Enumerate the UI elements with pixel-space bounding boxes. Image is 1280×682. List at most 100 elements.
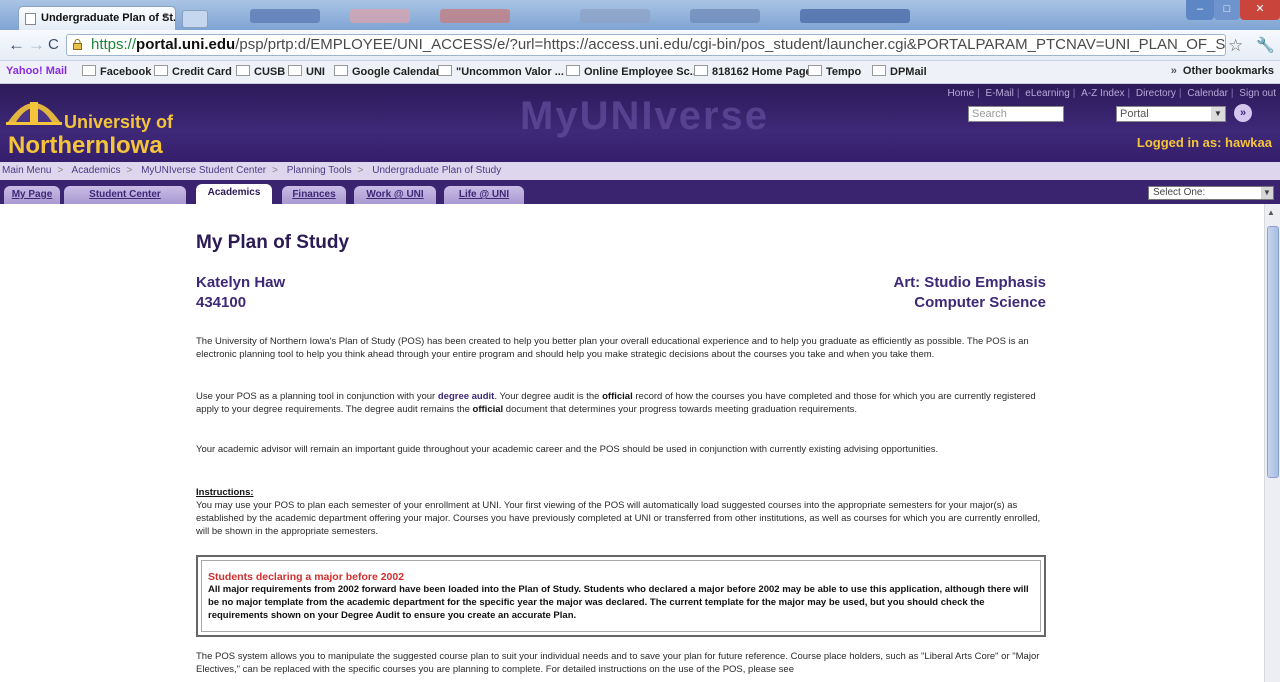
wrench-icon[interactable]: 🔧	[1256, 36, 1275, 54]
breadcrumb: Main Menu > Academics > MyUNIverse Student…	[0, 162, 1280, 180]
blurred-tab	[800, 9, 910, 23]
bookmark-item[interactable]: Credit Card	[154, 65, 232, 78]
bookmark-item[interactable]: Google Calendar	[334, 65, 440, 78]
bookmark-item[interactable]: 818162 Home Page	[694, 65, 812, 78]
maximize-button[interactable]: □	[1214, 0, 1240, 20]
lock-icon	[73, 39, 82, 50]
major-primary: Art: Studio Emphasis	[893, 274, 1046, 291]
student-id: 434100	[196, 294, 247, 311]
page-title: My Plan of Study	[196, 232, 350, 253]
logo-text: NorthernIowa	[8, 132, 163, 159]
link-directory[interactable]: Directory	[1136, 88, 1176, 99]
tab-my-page[interactable]: My Page	[4, 186, 60, 204]
page-icon	[808, 65, 822, 76]
student-name: Katelyn Haw	[196, 274, 286, 291]
page-icon	[334, 65, 348, 76]
tab-life-at-uni[interactable]: Life @ UNI	[444, 186, 524, 204]
page-icon	[82, 65, 96, 76]
bookmark-item[interactable]: Online Employee Sc...	[566, 65, 699, 78]
chevron-down-icon: ▼	[1211, 107, 1225, 121]
bookmarks-bar: Yahoo! Mail Facebook Credit Card CUSB UN…	[0, 61, 1280, 84]
minimize-button[interactable]: –	[1186, 0, 1214, 20]
degree-audit-paragraph: Use your POS as a planning tool in conju…	[196, 391, 1036, 415]
link-email[interactable]: E-Mail	[986, 88, 1014, 99]
url-host: portal.uni.edu	[136, 36, 236, 53]
instructions-heading: Instructions:	[196, 487, 254, 498]
blurred-tab	[350, 9, 410, 23]
bookmark-item[interactable]: Yahoo! Mail	[6, 65, 67, 77]
instructions-text: You may use your POS to plan each semest…	[196, 500, 1041, 537]
page-icon	[154, 65, 168, 76]
degree-audit-link[interactable]: degree audit	[438, 391, 495, 402]
select-one-dropdown[interactable]: Select One: ▼	[1148, 186, 1274, 200]
forward-arrow-icon[interactable]: →	[28, 36, 45, 54]
advisor-paragraph: Your academic advisor will remain an imp…	[196, 444, 939, 455]
page-scrollbar[interactable]: ▲	[1264, 204, 1280, 682]
bookmark-item[interactable]: Tempo	[808, 65, 861, 78]
browser-toolbar: ← → C https://portal.uni.edu/psp/prtp:d/…	[0, 30, 1280, 61]
other-bookmarks[interactable]: » Other bookmarks	[1171, 65, 1274, 77]
tab-work-at-uni[interactable]: Work @ UNI	[354, 186, 436, 204]
top-links: Home | E-Mail | eLearning | A-Z Index | Dire…	[947, 88, 1276, 99]
portal-select-value: Portal	[1120, 108, 1149, 120]
tab-academics[interactable]: Academics	[196, 184, 272, 204]
star-icon[interactable]: ☆	[1228, 36, 1243, 56]
link-az-index[interactable]: A-Z Index	[1081, 88, 1124, 99]
notice-title: Students declaring a major before 2002	[208, 571, 405, 583]
tab-student-center[interactable]: Student Center	[64, 186, 186, 204]
link-home[interactable]: Home	[947, 88, 974, 99]
pos-system-paragraph: The POS system allows you to manipulate …	[196, 651, 1040, 675]
logged-in-label: Logged in as: hawkaa	[1136, 135, 1272, 150]
intro-paragraph: The University of Northern Iowa's Plan o…	[196, 336, 1029, 360]
browser-tab-title: Undergraduate Plan of St...	[41, 12, 176, 24]
link-calendar[interactable]: Calendar	[1187, 88, 1228, 99]
breadcrumb-item[interactable]: MyUNIverse Student Center	[141, 165, 266, 176]
bookmark-item[interactable]: "Uncommon Valor ...	[438, 65, 564, 78]
page-icon	[566, 65, 580, 76]
notice-body: All major requirements from 2002 forward…	[208, 584, 1029, 621]
portal-select[interactable]: Portal ▼	[1116, 106, 1226, 122]
address-bar[interactable]: https://portal.uni.edu/psp/prtp:d/EMPLOY…	[66, 34, 1226, 56]
browser-tabstrip: Undergraduate Plan of St... × – □ ✕	[0, 0, 1280, 30]
blurred-tab	[580, 9, 650, 23]
uni-dome-icon	[6, 102, 62, 125]
scroll-thumb[interactable]	[1267, 226, 1279, 478]
breadcrumb-item: Undergraduate Plan of Study	[372, 165, 502, 176]
bookmark-item[interactable]: DPMail	[872, 65, 927, 78]
blurred-tab	[690, 9, 760, 23]
search-input[interactable]: Search	[968, 106, 1064, 122]
url-scheme: https://	[91, 36, 137, 53]
blurred-tab	[250, 9, 320, 23]
banner-title: MyUNIverse	[520, 94, 770, 138]
breadcrumb-item[interactable]: Planning Tools	[287, 165, 352, 176]
chevron-down-icon: ▼	[1261, 187, 1273, 199]
notice-box: Students declaring a major before 2002 A…	[196, 555, 1046, 637]
breadcrumb-item[interactable]: Academics	[72, 165, 121, 176]
major-secondary: Computer Science	[914, 294, 1046, 311]
page-icon	[236, 65, 250, 76]
link-sign-out[interactable]: Sign out	[1239, 88, 1276, 99]
window-close-button[interactable]: ✕	[1240, 0, 1280, 20]
link-elearning[interactable]: eLearning	[1025, 88, 1069, 99]
close-icon[interactable]: ×	[163, 11, 169, 23]
site-header: University of NorthernIowa MyUNIverse Ho…	[0, 84, 1280, 162]
instructions-paragraph: Instructions: You may use your POS to pl…	[196, 486, 1046, 538]
breadcrumb-item[interactable]: Main Menu	[2, 165, 51, 176]
tab-finances[interactable]: Finances	[282, 186, 346, 204]
back-arrow-icon[interactable]: ←	[8, 36, 25, 54]
page-icon	[872, 65, 886, 76]
reload-icon[interactable]: C	[48, 36, 59, 54]
uni-logo[interactable]: University of NorthernIowa	[4, 88, 204, 159]
bookmark-item[interactable]: Facebook	[82, 65, 151, 78]
new-tab-button[interactable]	[182, 10, 208, 28]
select-one-value: Select One:	[1153, 187, 1206, 198]
bookmark-item[interactable]: UNI	[288, 65, 325, 78]
go-button[interactable]: »	[1234, 104, 1252, 122]
blurred-tab	[440, 9, 510, 23]
url-path: /psp/prtp:d/EMPLOYEE/UNI_ACCESS/e/?url=h…	[235, 36, 1226, 53]
bookmark-item[interactable]: CUSB	[236, 65, 285, 78]
scroll-up-icon[interactable]: ▲	[1267, 208, 1275, 217]
browser-tab[interactable]: Undergraduate Plan of St... ×	[18, 6, 176, 30]
page-icon	[288, 65, 302, 76]
page-icon	[25, 13, 36, 25]
